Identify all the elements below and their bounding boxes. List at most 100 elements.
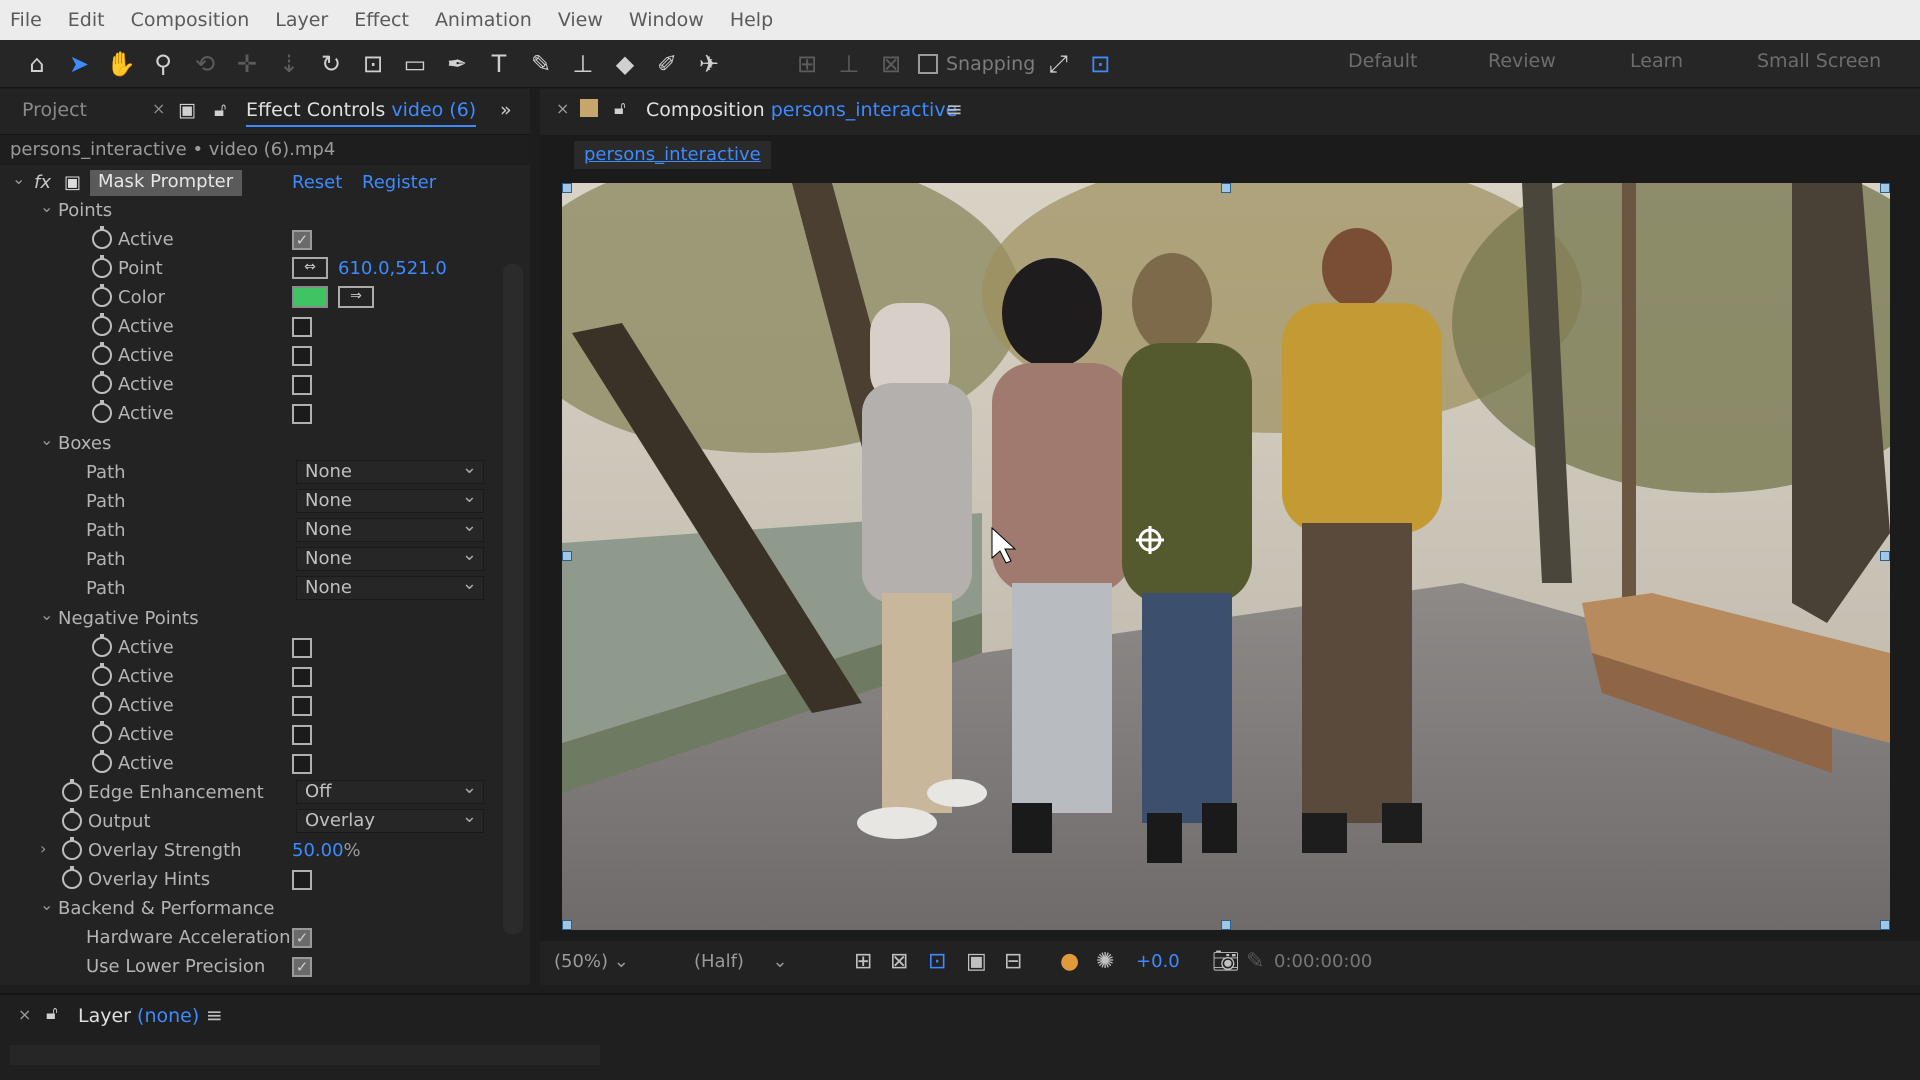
menu-layer[interactable]: Layer	[275, 9, 328, 31]
path-dropdown[interactable]: None	[296, 573, 484, 600]
points-group[interactable]: ⌄ Points	[0, 197, 500, 226]
stopwatch-icon[interactable]	[92, 692, 112, 715]
active-checkbox[interactable]	[292, 346, 312, 366]
menu-file[interactable]: File	[10, 9, 42, 31]
rotate-tool-icon[interactable]: ↻	[312, 45, 350, 83]
transform-handle[interactable]	[1880, 183, 1890, 193]
stopwatch-icon[interactable]	[62, 866, 82, 889]
tab-layer[interactable]: Layer (none)	[78, 1005, 199, 1027]
negative-points-group[interactable]: ⌄ Negative Points	[0, 605, 500, 634]
track-z-icon[interactable]: ⇣	[270, 45, 308, 83]
menu-view[interactable]: View	[558, 9, 603, 31]
snapping-toggle[interactable]: Snapping	[918, 53, 1035, 75]
stopwatch-icon[interactable]	[92, 255, 112, 278]
guides-icon[interactable]: ▣	[966, 949, 987, 974]
pen-tool-icon[interactable]: ✒	[438, 45, 476, 83]
register-link[interactable]: Register	[362, 172, 436, 193]
workspace-review[interactable]: Review	[1488, 50, 1556, 72]
overlay-hints-checkbox[interactable]	[292, 870, 312, 890]
zoom-dropdown[interactable]: (50%) ⌄	[554, 951, 629, 972]
transform-handle[interactable]	[1221, 920, 1231, 930]
roto-brush-icon[interactable]: ✐	[648, 45, 686, 83]
menu-edit[interactable]: Edit	[68, 9, 105, 31]
composition-viewer[interactable]	[562, 183, 1890, 930]
home-icon[interactable]: ⌂	[18, 45, 56, 83]
snapping-checkbox[interactable]	[918, 53, 938, 74]
path-dropdown[interactable]: None	[296, 515, 484, 542]
stopwatch-icon[interactable]	[92, 284, 112, 307]
brush-tool-icon[interactable]: ✎	[522, 45, 560, 83]
exposure-value[interactable]: +0.0	[1136, 951, 1180, 972]
stopwatch-icon[interactable]	[92, 226, 112, 249]
transform-handle[interactable]	[1880, 551, 1890, 561]
transform-handle[interactable]	[1880, 920, 1890, 930]
current-time[interactable]: 0:00:00:00	[1274, 951, 1372, 972]
transform-handle[interactable]	[562, 920, 572, 930]
stopwatch-icon[interactable]	[92, 342, 112, 365]
snapshot-camera-icon[interactable]: 📷︎	[1212, 949, 1240, 974]
lock-icon[interactable]: 🔓︎	[46, 1003, 58, 1024]
menu-help[interactable]: Help	[730, 9, 773, 31]
active-checkbox[interactable]	[292, 696, 312, 716]
twirl-right-icon[interactable]: ›	[40, 839, 46, 858]
stopwatch-icon[interactable]	[62, 779, 82, 802]
workspace-learn[interactable]: Learn	[1630, 50, 1683, 72]
fx-toggle[interactable]: fx	[34, 172, 51, 193]
local-axis-icon[interactable]: ⊞	[788, 45, 826, 83]
point-value[interactable]: 610.0,521.0	[338, 258, 447, 279]
active-checkbox[interactable]	[292, 725, 312, 745]
edge-enhancement-dropdown[interactable]: Off	[296, 777, 484, 804]
stopwatch-icon[interactable]	[62, 808, 82, 831]
selection-tool-icon[interactable]: ➤	[60, 45, 98, 83]
type-tool-icon[interactable]: T	[480, 45, 518, 83]
close-tab-icon[interactable]: ×	[152, 99, 165, 118]
tab-project[interactable]: Project	[22, 99, 87, 121]
panel-menu-icon[interactable]: ≡	[946, 97, 963, 121]
transform-handle[interactable]	[562, 183, 572, 193]
lock-icon[interactable]: 🔓︎	[614, 98, 626, 119]
output-dropdown[interactable]: Overlay	[296, 806, 484, 833]
rectangle-tool-icon[interactable]: ▭	[396, 45, 434, 83]
path-dropdown[interactable]: None	[296, 486, 484, 513]
color-management-icon[interactable]: ●	[1060, 949, 1079, 974]
stopwatch-icon[interactable]	[92, 750, 112, 773]
twirl-down-icon[interactable]: ⌄	[12, 169, 25, 188]
channel-icon[interactable]: ⊟	[1004, 949, 1022, 974]
world-axis-icon[interactable]: ⊥	[830, 45, 868, 83]
active-checkbox[interactable]: ✓	[292, 230, 312, 250]
backend-group[interactable]: ⌄ Backend & Performance	[0, 895, 500, 924]
hand-tool-icon[interactable]: ✋	[102, 45, 140, 83]
snap-features-icon[interactable]: ⊡	[1081, 45, 1119, 83]
eyedropper-icon[interactable]: ⇒	[338, 286, 374, 308]
panel-overflow-icon[interactable]: »	[500, 99, 512, 121]
puppet-pin-icon[interactable]: ✈	[690, 45, 728, 83]
reset-link[interactable]: Reset	[292, 172, 342, 193]
active-checkbox[interactable]	[292, 317, 312, 337]
active-checkbox[interactable]	[292, 638, 312, 658]
resolution-dropdown[interactable]: (Half) ⌄	[694, 951, 788, 972]
close-tab-icon[interactable]: ×	[556, 99, 569, 118]
color-swatch[interactable]	[292, 286, 328, 308]
view-axis-icon[interactable]: ⊠	[872, 45, 910, 83]
workspace-small-screen[interactable]: Small Screen	[1757, 50, 1881, 72]
region-of-interest-icon[interactable]: ⊞	[854, 949, 872, 974]
stopwatch-icon[interactable]	[62, 837, 82, 860]
effect-name[interactable]: Mask Prompter	[90, 170, 242, 196]
twirl-down-icon[interactable]: ⌄	[40, 430, 53, 449]
active-checkbox[interactable]	[292, 754, 312, 774]
close-tab-icon[interactable]: ×	[18, 1005, 31, 1024]
lock-icon[interactable]: 🔓︎	[214, 99, 226, 121]
active-checkbox[interactable]	[292, 667, 312, 687]
active-checkbox[interactable]	[292, 404, 312, 424]
menu-window[interactable]: Window	[629, 9, 704, 31]
point-crosshair-icon[interactable]: ⇔	[292, 257, 328, 279]
active-checkbox[interactable]	[292, 375, 312, 395]
path-dropdown[interactable]: None	[296, 544, 484, 571]
stopwatch-icon[interactable]	[92, 371, 112, 394]
orbit-camera-icon[interactable]: ⟲	[186, 45, 224, 83]
stopwatch-icon[interactable]	[92, 400, 112, 423]
transform-handle[interactable]	[1221, 183, 1231, 193]
mask-visibility-icon[interactable]: ⊡	[928, 949, 946, 974]
pan-behind-icon[interactable]: ✛	[228, 45, 266, 83]
tab-effect-controls[interactable]: Effect Controls video (6)	[246, 99, 477, 127]
